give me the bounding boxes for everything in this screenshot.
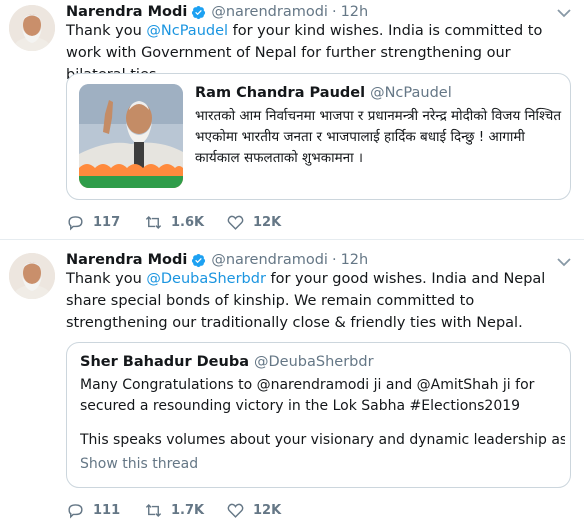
verified-badge-icon [192,5,206,19]
like-icon [227,215,244,230]
like-button[interactable]: 12K [226,501,306,520]
like-count: 12K [253,214,282,230]
author-name[interactable]: Narendra Modi [66,4,187,20]
retweet-icon [145,215,162,229]
verified-badge-icon [192,253,206,267]
reply-button[interactable]: 111 [66,501,144,520]
timestamp[interactable]: 12h [341,252,369,268]
quoted-tweet-image[interactable] [79,84,183,188]
retweet-button[interactable]: 1.6K [144,213,226,232]
reply-count: 111 [93,502,121,518]
tweet[interactable]: Narendra Modi @narendramodi · 12h Thank … [0,0,584,240]
like-count: 12K [253,502,282,518]
separator-dot: · [331,252,337,268]
avatar[interactable] [9,5,55,51]
like-icon [227,503,244,518]
like-button[interactable]: 12K [226,213,306,232]
quoted-tweet-text: भारतको आम निर्वाचनमा भाजपा र प्रधानमन्त्… [195,108,562,166]
retweet-count: 1.7K [171,502,205,518]
author-handle[interactable]: @narendramodi [211,252,328,268]
separator-dot: · [331,4,337,20]
retweet-icon [145,503,162,517]
retweet-count: 1.6K [171,214,205,230]
reply-button[interactable]: 117 [66,213,144,232]
quoted-author-name[interactable]: Ram Chandra Paudel [195,85,365,101]
timestamp[interactable]: 12h [341,4,369,20]
tweet-actions: 111 1.7K 12K [66,499,306,521]
chevron-down-icon[interactable] [557,257,571,267]
quoted-tweet-text-continued: This speaks volumes about your visionary… [80,432,565,448]
mention-link[interactable]: @DeubaSherbdr [146,271,266,287]
show-thread-link[interactable]: Show this thread [80,456,198,472]
retweet-button[interactable]: 1.7K [144,501,226,520]
author-name[interactable]: Narendra Modi [66,252,187,268]
quoted-author-name[interactable]: Sher Bahadur Deuba [80,354,249,370]
quoted-tweet[interactable]: Sher Bahadur Deuba @DeubaSherbdr Many Co… [66,342,571,488]
tweet-actions: 117 1.6K 12K [66,211,306,233]
quoted-tweet[interactable]: Ram Chandra Paudel @NcPaudel भारतको आम न… [66,73,571,200]
quoted-author-handle[interactable]: @DeubaSherbdr [254,354,374,370]
quoted-author-handle[interactable]: @NcPaudel [370,85,452,101]
tweet[interactable]: Narendra Modi @narendramodi · 12h Thank … [0,240,584,532]
chevron-down-icon[interactable] [557,8,571,18]
author-handle[interactable]: @narendramodi [211,4,328,20]
quoted-tweet-text: Many Congratulations to @narendramodi ji… [80,377,535,414]
reply-count: 117 [93,214,121,230]
reply-icon [68,215,83,231]
tweet-text: Thank you @DeubaSherbdr for your good wi… [66,271,546,331]
mention-link[interactable]: @NcPaudel [146,23,228,39]
avatar[interactable] [9,253,55,299]
reply-icon [68,503,83,519]
